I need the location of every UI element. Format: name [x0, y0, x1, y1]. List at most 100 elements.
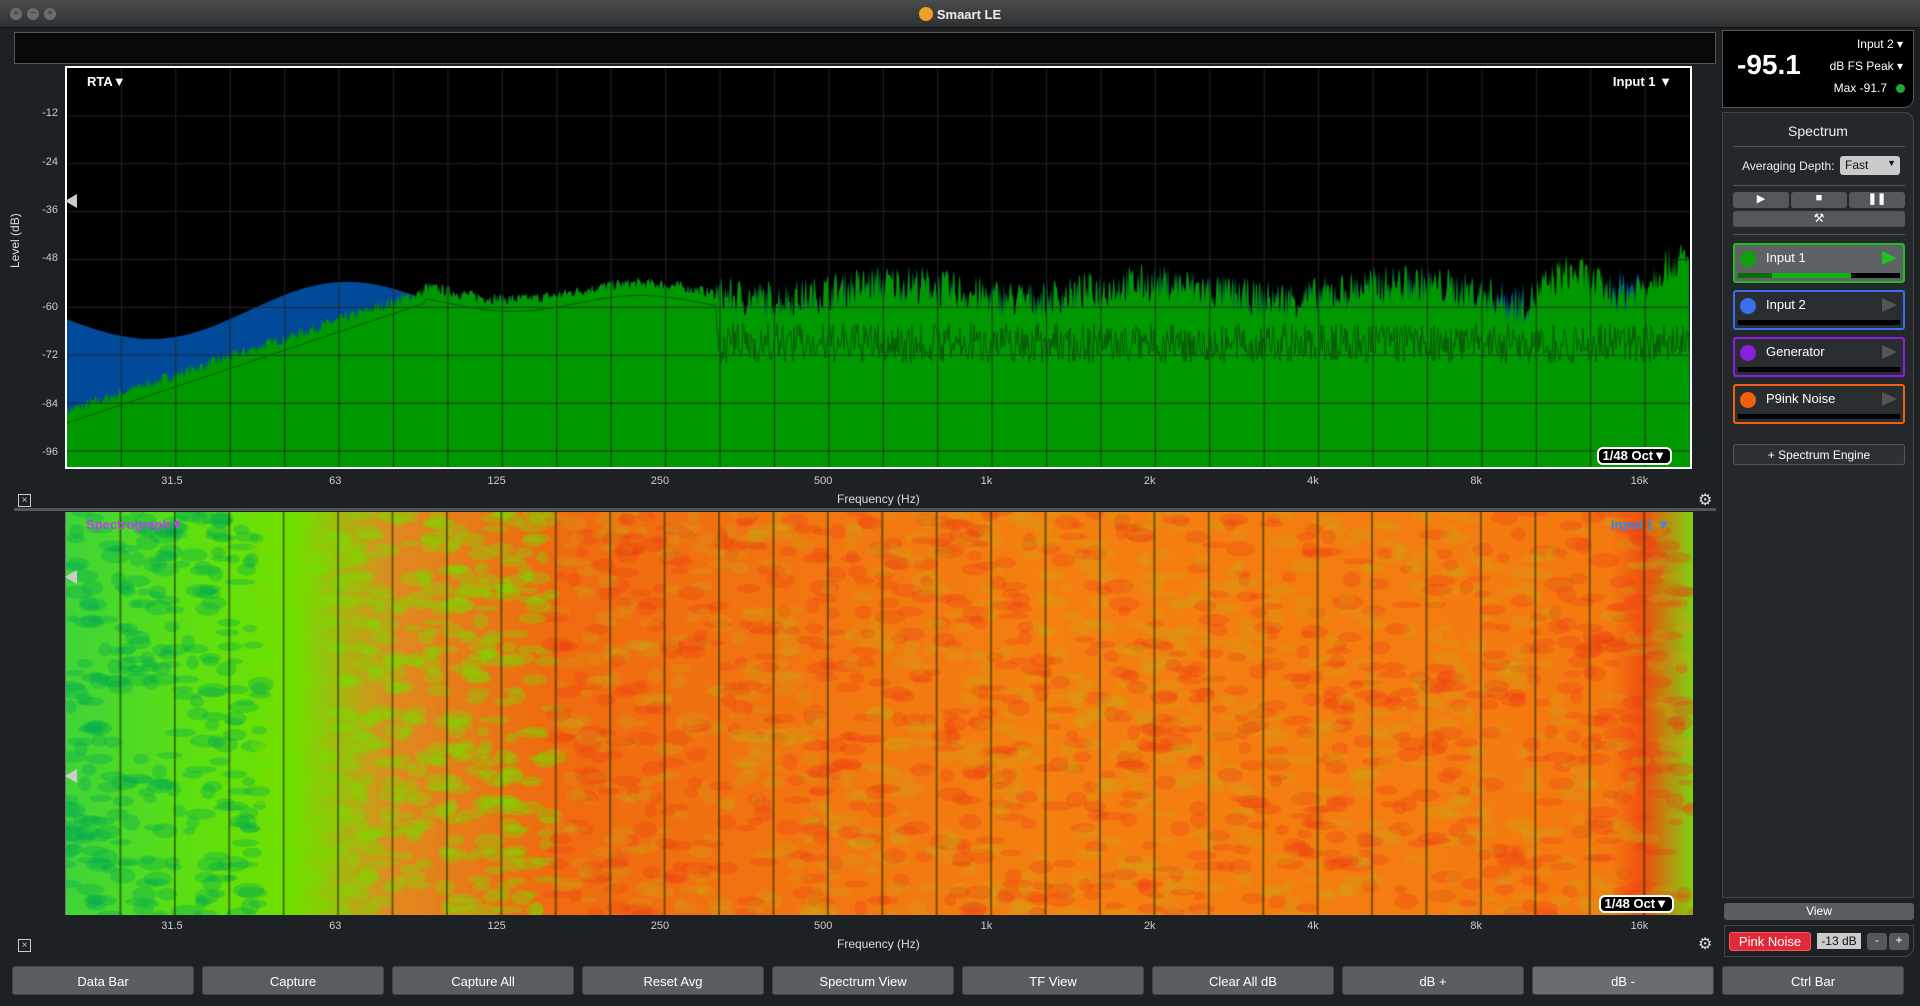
db--button[interactable]: dB - [1532, 966, 1714, 995]
data-bar-button[interactable]: Data Bar [12, 966, 194, 995]
source-generator[interactable]: Generator [1733, 337, 1905, 377]
generator-level: -13 dB [1817, 933, 1861, 949]
tf-view-button[interactable]: TF View [962, 966, 1144, 995]
level-minus-button[interactable]: - [1867, 933, 1887, 950]
x-axis-title: Frequency (Hz) [837, 937, 920, 951]
pink-noise-button[interactable]: Pink Noise [1729, 932, 1811, 951]
pause-button[interactable]: ❚❚ [1849, 192, 1905, 208]
capture-button[interactable]: Capture [202, 966, 384, 995]
spectrograph-plot[interactable]: Spectrograph▼ Input 1 ▼ 1/48 Oct▼ [65, 512, 1693, 915]
tools-button[interactable]: ⚒ [1733, 211, 1905, 227]
spectrograph-lower-handle[interactable] [65, 769, 77, 783]
play-icon[interactable] [1882, 251, 1897, 265]
spectrograph-upper-handle[interactable] [65, 570, 77, 584]
spectrograph-canvas [66, 512, 1693, 915]
meter-input-dropdown[interactable]: Input 2 ▾ [1857, 37, 1903, 51]
x-tick-label: 63 [329, 920, 342, 932]
source-name: P9ink Noise [1766, 391, 1836, 406]
x-tick-label: 250 [650, 475, 670, 487]
play-icon[interactable] [1882, 345, 1897, 359]
source-input-1[interactable]: Input 1 [1733, 243, 1905, 283]
window-title-text: Smaart LE [936, 7, 1002, 22]
source-name: Input 1 [1766, 250, 1806, 265]
averaging-dropdown[interactable]: Fast ▼ [1840, 156, 1900, 175]
meter-units-dropdown[interactable]: dB FS Peak ▾ [1830, 59, 1903, 73]
source-color-icon [1740, 251, 1756, 267]
level-meter: -95.1 Input 2 ▾ dB FS Peak ▾ Max -91.7 [1722, 30, 1914, 108]
play-button[interactable]: ▶ [1733, 192, 1789, 208]
source-color-icon [1740, 298, 1756, 314]
db--button[interactable]: dB + [1342, 966, 1524, 995]
plot-divider[interactable] [14, 508, 1716, 511]
meter-units-text: dB FS Peak [1829, 59, 1894, 73]
add-spectrum-engine-button[interactable]: + Spectrum Engine [1733, 444, 1905, 465]
x-tick-label: 125 [487, 920, 506, 932]
x-tick-label: 1k [980, 475, 993, 487]
close-plot-icon[interactable]: × [18, 939, 31, 952]
x-tick-label: 1k [980, 920, 993, 932]
source-p9ink-noise[interactable]: P9ink Noise [1733, 384, 1905, 424]
averaging-label: Averaging Depth: [1742, 159, 1835, 173]
rta-input-dropdown[interactable]: Input 1 ▼ [1613, 74, 1672, 89]
x-axis-title: Frequency (Hz) [837, 492, 920, 506]
x-tick-label: 16k [1630, 475, 1649, 487]
x-tick-label: 31.5 [161, 475, 183, 487]
spectrograph-input-dropdown[interactable]: Input 1 ▼ [1611, 517, 1670, 532]
title-bar: × − + Smaart LE [0, 0, 1920, 28]
rta-mode-dropdown[interactable]: RTA▼ [87, 74, 126, 89]
x-tick-label: 250 [650, 920, 670, 932]
spectrum-view-button[interactable]: Spectrum View [772, 966, 954, 995]
play-icon[interactable] [1882, 298, 1897, 312]
rta-spectrum-canvas [67, 68, 1690, 467]
y-tick-label: -48 [42, 252, 58, 265]
x-tick-label: 2k [1143, 920, 1156, 932]
x-tick-label: 31.5 [161, 920, 183, 932]
x-tick-label: 500 [813, 920, 833, 932]
meter-value: -95.1 [1737, 49, 1801, 80]
x-tick-label: 8k [1470, 920, 1482, 932]
spectrograph-mode-dropdown[interactable]: Spectrograph▼ [86, 517, 183, 532]
source-level-bar [1738, 320, 1900, 325]
x-tick-label: 4k [1307, 475, 1319, 487]
view-button[interactable]: View [1724, 903, 1914, 920]
spectrograph-resolution-dropdown[interactable]: 1/48 Oct▼ [1598, 895, 1674, 913]
y-tick-label: -72 [42, 349, 58, 362]
panel-title: Spectrum [1788, 123, 1848, 139]
x-tick-label: 4k [1307, 920, 1319, 932]
y-tick-label: -60 [42, 300, 58, 313]
x-tick-label: 8k [1470, 475, 1482, 487]
y-tick-label: -84 [42, 397, 58, 410]
level-plus-button[interactable]: + [1889, 933, 1909, 950]
source-color-icon [1740, 392, 1756, 408]
gear-icon[interactable]: ⚙ [1698, 934, 1712, 954]
close-plot-icon[interactable]: × [18, 494, 31, 507]
y-tick-label: -96 [42, 445, 58, 458]
capture-all-button[interactable]: Capture All [392, 966, 574, 995]
status-dot-icon [1896, 84, 1905, 93]
x-tick-label: 63 [329, 475, 342, 487]
x-tick-label: 16k [1630, 920, 1649, 932]
rta-resolution-dropdown[interactable]: 1/48 Oct▼ [1596, 447, 1672, 465]
source-level-bar [1738, 414, 1900, 419]
meter-input-text: Input 2 [1856, 37, 1894, 51]
rta-plot[interactable]: RTA▼ Input 1 ▼ 1/48 Oct▼ [65, 66, 1692, 469]
window-title: Smaart LE [0, 7, 1920, 22]
source-name: Generator [1766, 344, 1825, 359]
x-tick-label: 2k [1143, 475, 1156, 487]
rta-threshold-handle[interactable] [65, 194, 77, 208]
reset-avg-button[interactable]: Reset Avg [582, 966, 764, 995]
divider [1733, 146, 1905, 147]
gear-icon[interactable]: ⚙ [1698, 490, 1712, 510]
source-input-2[interactable]: Input 2 [1733, 290, 1905, 330]
meter-max: Max -91.7 [1833, 81, 1887, 95]
play-icon[interactable] [1882, 392, 1897, 406]
spectrum-panel: Spectrum Averaging Depth: Fast ▼ ▶ ■ ❚❚ ⚒… [1722, 112, 1914, 898]
ctrl-bar-button[interactable]: Ctrl Bar [1722, 966, 1904, 995]
clear-all-db-button[interactable]: Clear All dB [1152, 966, 1334, 995]
generator-controls: Pink Noise -13 dB - + [1724, 925, 1914, 957]
source-color-icon [1740, 345, 1756, 361]
app-logo-icon [918, 7, 933, 21]
x-tick-label: 500 [813, 475, 833, 487]
divider [1733, 234, 1905, 235]
stop-button[interactable]: ■ [1791, 192, 1847, 208]
